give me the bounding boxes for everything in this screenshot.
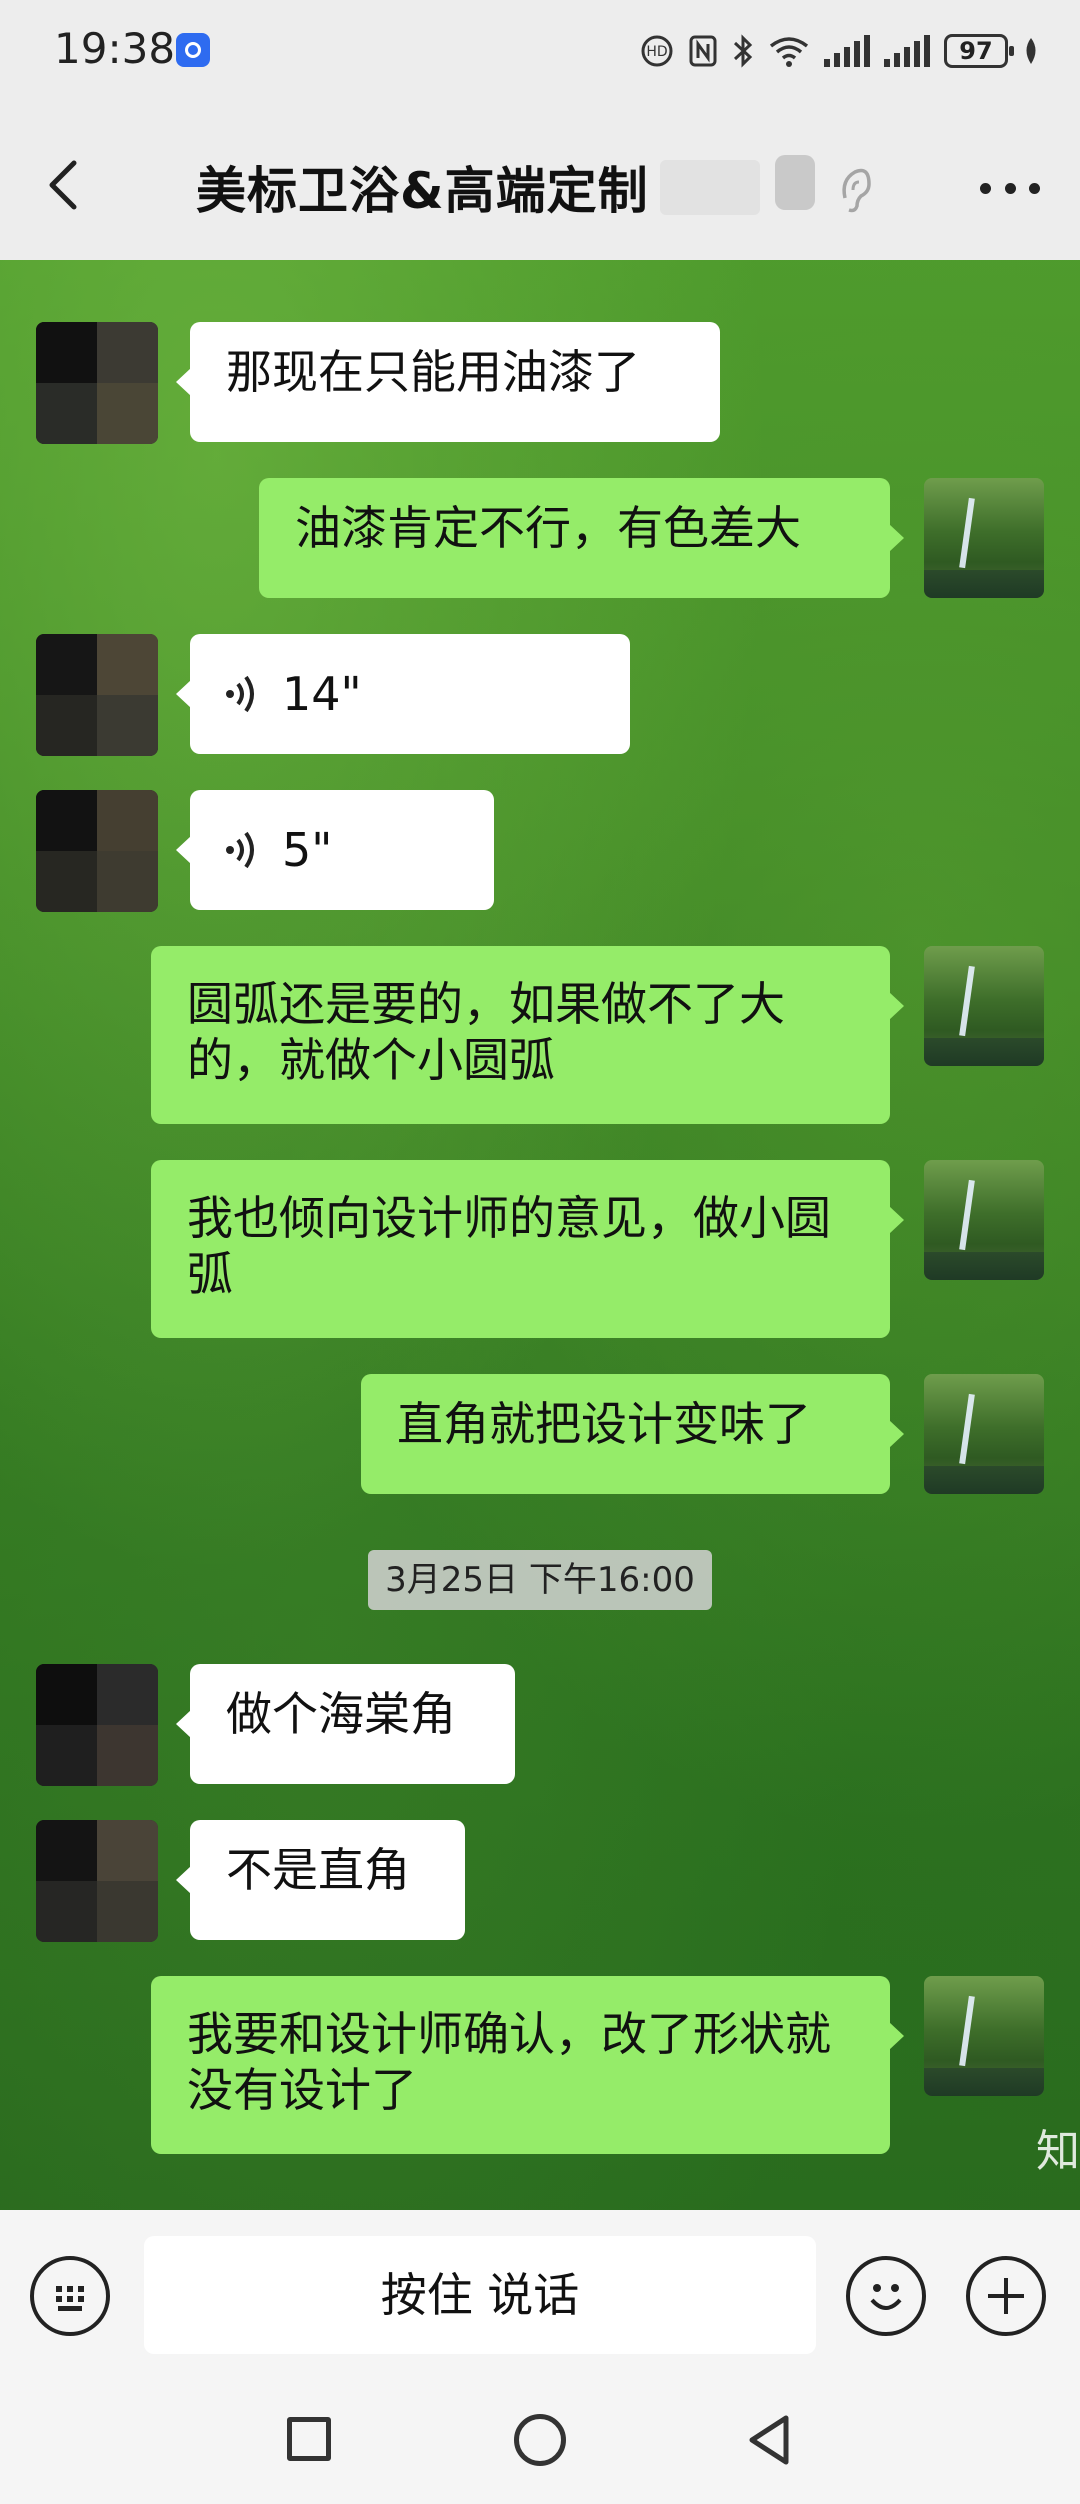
avatar[interactable] xyxy=(36,1664,158,1786)
chat-title: 美标卫浴&高端定制 xyxy=(196,162,649,220)
home-icon[interactable] xyxy=(514,2414,566,2466)
status-time: 19:38 xyxy=(54,24,176,73)
message-bubble[interactable]: 直角就把设计变味了 xyxy=(361,1374,904,1494)
status-icons: HD 97 xyxy=(640,26,1040,76)
svg-text:HD: HD xyxy=(646,44,667,60)
message-bubble[interactable]: 我也倾向设计师的意见，做小圆弧 xyxy=(151,1160,904,1338)
watermark: 知 xyxy=(1036,2126,1080,2177)
message-bubble[interactable]: 做个海棠角 xyxy=(176,1664,515,1784)
keyboard-icon[interactable] xyxy=(30,2256,110,2336)
plus-icon[interactable] xyxy=(966,2256,1046,2336)
signal-icon xyxy=(824,35,870,67)
redacted-region xyxy=(660,160,760,215)
plus-glyph xyxy=(988,2278,1024,2314)
message-bubble[interactable]: 不是直角 xyxy=(176,1820,465,1940)
chat-header: 美标卫浴&高端定制 xyxy=(0,105,1080,260)
battery-icon: 97 xyxy=(944,34,1014,68)
wifi-icon xyxy=(769,37,809,67)
input-bar: 按住 说话 xyxy=(0,2210,1080,2380)
ear-icon xyxy=(842,168,871,213)
message-bubble[interactable]: 油漆肯定不行，有色差大 xyxy=(259,478,904,598)
voice-duration: 5" xyxy=(282,823,333,877)
voice-message[interactable]: 5" xyxy=(176,790,494,910)
avatar[interactable] xyxy=(36,790,158,912)
nfc-icon xyxy=(689,35,717,67)
signal-icon xyxy=(884,35,930,67)
voice-icon xyxy=(226,831,254,869)
avatar[interactable] xyxy=(924,1374,1044,1494)
back-icon[interactable] xyxy=(744,2414,794,2466)
avatar[interactable] xyxy=(36,1820,158,1942)
hold-to-talk-button[interactable]: 按住 说话 xyxy=(144,2236,816,2354)
bluetooth-icon xyxy=(733,34,753,68)
more-dots-icon[interactable] xyxy=(980,183,1040,197)
voice-duration: 14" xyxy=(282,667,362,721)
avatar[interactable] xyxy=(924,478,1044,598)
emoji-icon[interactable] xyxy=(846,2256,926,2336)
chat-messages[interactable]: 那现在只能用油漆了 油漆肯定不行，有色差大 14" 5" 圆弧还是要的，如果做不… xyxy=(0,260,1080,2210)
emoji-glyph xyxy=(870,2284,902,2310)
hd-call-icon: HD xyxy=(641,35,673,67)
leaf-icon xyxy=(1026,38,1036,64)
voice-icon xyxy=(226,675,254,713)
avatar[interactable] xyxy=(36,322,158,444)
avatar[interactable] xyxy=(36,634,158,756)
voice-message[interactable]: 14" xyxy=(176,634,630,754)
message-timestamp: 3月25日 下午16:00 xyxy=(368,1550,712,1610)
redacted-region xyxy=(775,155,815,210)
recent-apps-icon[interactable] xyxy=(287,2417,331,2461)
chevron-left-icon[interactable] xyxy=(40,155,90,215)
avatar[interactable] xyxy=(924,1976,1044,2096)
avatar[interactable] xyxy=(924,946,1044,1066)
message-bubble[interactable]: 那现在只能用油漆了 xyxy=(176,322,720,442)
message-bubble[interactable]: 我要和设计师确认，改了形状就没有设计了 xyxy=(151,1976,904,2154)
avatar[interactable] xyxy=(924,1160,1044,1280)
app-notification-icon xyxy=(176,33,210,67)
system-nav-bar xyxy=(0,2380,1080,2504)
keyboard-glyph xyxy=(56,2286,84,2311)
status-bar: 19:38 HD 97 xyxy=(0,0,1080,105)
message-bubble[interactable]: 圆弧还是要的，如果做不了大的，就做个小圆弧 xyxy=(151,946,904,1124)
